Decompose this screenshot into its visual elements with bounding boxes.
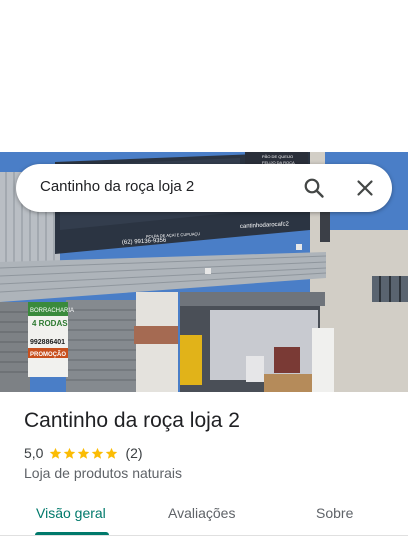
banner-phone: 992886401 [30, 339, 65, 346]
star-icon [78, 447, 90, 459]
star-icon [64, 447, 76, 459]
tab-reviews[interactable]: Avaliações [168, 505, 235, 521]
banner-promo: PROMOÇÃO [30, 351, 66, 358]
tab-divider [0, 535, 408, 536]
place-category: Loja de produtos naturais [24, 465, 182, 481]
map-blank-area [0, 0, 408, 152]
sign-side-line1: PÃO DE QUEIJO [262, 154, 293, 159]
tab-about[interactable]: Sobre [316, 505, 353, 521]
place-title: Cantinho da roça loja 2 [24, 409, 240, 432]
close-icon[interactable] [353, 176, 377, 200]
rating-value: 5,0 [24, 445, 44, 461]
rating-row[interactable]: 5,0 (2) [24, 444, 143, 462]
search-input[interactable]: Cantinho da roça loja 2 [40, 178, 194, 195]
banner-line2: 4 RODAS [32, 319, 68, 328]
star-icon [106, 447, 118, 459]
star-icon [50, 447, 62, 459]
banner-line1: BORRACHARIA [30, 308, 74, 314]
search-icon[interactable] [302, 176, 326, 200]
rating-stars [49, 447, 119, 460]
star-icon [92, 447, 104, 459]
review-count[interactable]: (2) [125, 445, 142, 461]
search-bar[interactable]: Cantinho da roça loja 2 [16, 164, 392, 212]
tab-overview[interactable]: Visão geral [36, 505, 106, 521]
